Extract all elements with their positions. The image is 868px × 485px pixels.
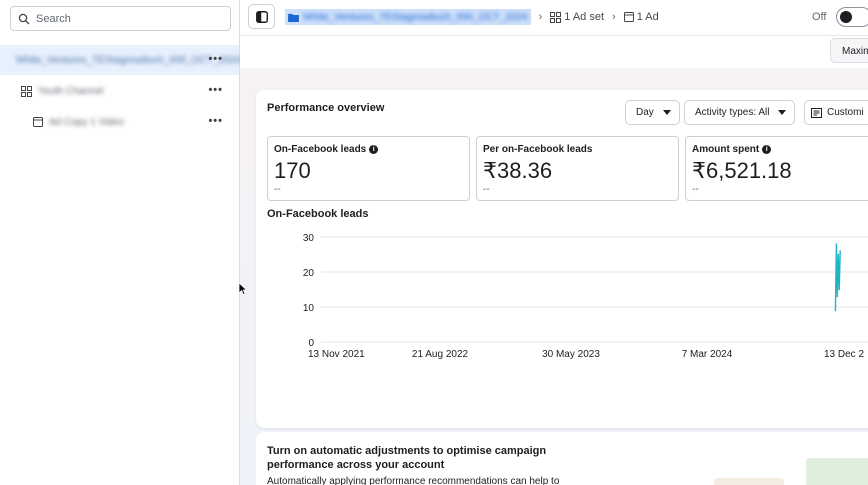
- y-tick-label: 10: [303, 303, 315, 314]
- x-tick-label: 21 Aug 2022: [412, 349, 469, 360]
- breadcrumb-campaign-label: White_Ventures_TEStagreadiuch_000_OCT_20…: [303, 11, 528, 23]
- toggle-status-label: Off: [812, 11, 827, 23]
- sidebar: White_Ventures_TEStagreadiuch_000_OCT_20…: [0, 0, 241, 485]
- sidebar-item-campaign[interactable]: White_Ventures_TEStagreadiuch_000_OCT_20…: [0, 45, 241, 75]
- performance-overview-card: Performance overview Day Activity types:…: [256, 90, 868, 428]
- sidebar-item-label: Ad Copy 1 Video: [49, 116, 124, 128]
- adset-grid-icon: [550, 11, 562, 23]
- search-icon: [18, 13, 30, 24]
- breadcrumb-ad-label: 1 Ad: [636, 11, 659, 23]
- data-point: [837, 253, 840, 256]
- toggle-sidebar-button[interactable]: [248, 4, 275, 29]
- breadcrumb-adset-label: 1 Ad set: [564, 11, 605, 23]
- breadcrumb-adset[interactable]: 1 Ad set: [550, 11, 604, 23]
- mouse-cursor-icon: [238, 282, 248, 296]
- chevron-right-icon: ›: [612, 11, 616, 23]
- leads-line-chart: 30 20 10 013 Nov 2021 21 Aug 2022 30 May 2023…: [303, 233, 868, 360]
- breadcrumb-campaign[interactable]: White_Ventures_TEStagreadiuch_000_OCT_20…: [285, 9, 531, 25]
- recommendation-illustration-secondary: [714, 478, 784, 485]
- search-box[interactable]: [10, 6, 231, 31]
- more-options-icon[interactable]: •••: [208, 116, 223, 127]
- x-tick-label: 13 Dec 2: [824, 349, 864, 360]
- y-tick-label: 20: [303, 268, 315, 279]
- folder-icon: [288, 13, 299, 22]
- search-input[interactable]: [36, 12, 216, 25]
- data-point: [834, 309, 837, 312]
- recommendation-illustration: [806, 458, 868, 485]
- recommendation-text: Automatically applying performance recom…: [267, 476, 560, 485]
- y-tick-label: 0: [308, 338, 314, 349]
- maximise-button[interactable]: Maxim: [830, 38, 868, 63]
- sidebar-item-label: Youth Channel: [38, 85, 104, 97]
- ad-icon: [33, 117, 43, 127]
- data-point: [836, 295, 839, 298]
- recommendation-title: Turn on automatic adjustments to optimis…: [267, 445, 547, 471]
- adset-grid-icon: [21, 85, 32, 97]
- breadcrumb: White_Ventures_TEStagreadiuch_000_OCT_20…: [285, 9, 659, 25]
- top-bar: White_Ventures_TEStagreadiuch_000_OCT_20…: [240, 0, 868, 36]
- sidebar-item-label: White_Ventures_TEStagreadiuch_000_OCT_20…: [16, 54, 241, 66]
- sidebar-panel-icon: [255, 10, 268, 23]
- x-tick-label: 7 Mar 2024: [682, 349, 733, 360]
- toggle-knob: [840, 11, 852, 23]
- more-options-icon[interactable]: •••: [208, 54, 223, 65]
- y-tick-label: 30: [303, 233, 315, 244]
- sub-toolbar: Maxim: [240, 36, 868, 68]
- data-point: [838, 288, 841, 291]
- main-content: Performance overview Day Activity types:…: [240, 68, 868, 485]
- x-tick-label: 30 May 2023: [542, 349, 600, 360]
- data-point: [839, 250, 841, 252]
- more-options-icon[interactable]: •••: [208, 85, 223, 96]
- chevron-right-icon: ›: [538, 11, 543, 23]
- sidebar-item-ad[interactable]: Ad Copy 1 Video •••: [0, 107, 239, 137]
- sidebar-item-adset[interactable]: Youth Channel •••: [0, 76, 239, 106]
- recommendation-card: Turn on automatic adjustments to optimis…: [256, 432, 868, 485]
- breadcrumb-ad[interactable]: 1 Ad: [623, 11, 659, 23]
- data-point: [835, 243, 838, 245]
- ad-icon: [623, 12, 634, 22]
- ad-status-toggle[interactable]: [836, 7, 868, 27]
- x-tick-label: 13 Nov 2021: [308, 349, 365, 360]
